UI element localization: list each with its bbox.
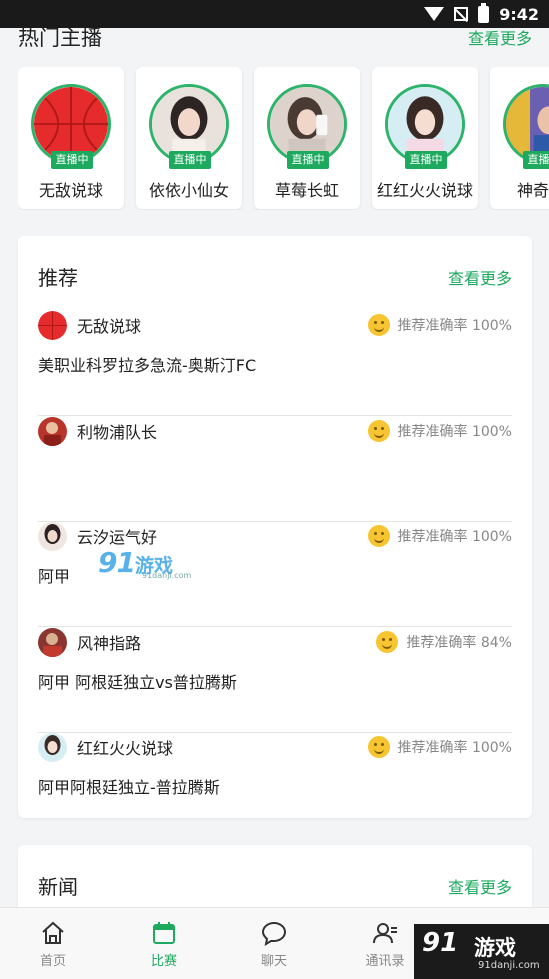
hot-anchors-carousel[interactable]: 直播中 无敌说球 直播中 依依小仙女 直播中 草莓长虹 直播中 红红火火说球 直… <box>18 67 549 210</box>
tab-label: 通讯录 <box>365 954 405 969</box>
recommend-item[interactable]: 利物浦队长 推荐准确率 100% <box>38 416 512 522</box>
wifi-icon <box>424 7 445 21</box>
anchor-card[interactable]: 直播中 红红火火说球 <box>372 67 478 209</box>
anchor-name: 依依小仙女 <box>148 181 229 200</box>
tab-label: 首页 <box>39 954 66 969</box>
smile-icon <box>367 736 390 758</box>
recommender-name: 无敌说球 <box>77 317 142 336</box>
match-description: 阿甲 阿根廷独立vs普拉腾斯 <box>38 673 237 692</box>
anchor-name: 红红火火说球 <box>376 181 473 200</box>
accuracy-text: 推荐准确率 100% <box>397 740 512 756</box>
person-avatar <box>38 627 67 657</box>
basketball-avatar <box>38 310 67 340</box>
watermark-logo-number: 91 <box>98 546 136 579</box>
person-avatar <box>38 416 67 446</box>
person-avatar <box>38 732 67 762</box>
tab-matches[interactable]: 比赛 <box>128 920 200 969</box>
tab-chat[interactable]: 聊天 <box>238 920 310 969</box>
section-title-recommend: 推荐 <box>38 266 78 290</box>
status-time: 9:42 <box>499 4 539 24</box>
no-signal-icon <box>454 7 469 21</box>
live-badge: 直播中 <box>51 151 93 169</box>
avatar[interactable] <box>38 521 67 551</box>
match-description: 阿甲阿根廷独立-普拉腾斯 <box>38 778 220 797</box>
person-avatar <box>388 87 462 161</box>
basketball-avatar <box>34 87 108 161</box>
home-icon <box>42 921 64 944</box>
tab-label: 比赛 <box>150 954 177 969</box>
hot-anchors-header: 热门主播 查看更多 <box>18 22 532 52</box>
battery-icon <box>478 2 490 23</box>
anchor-name: 无敌说球 <box>38 181 103 200</box>
watermark-url: 91danji.com <box>478 960 540 971</box>
watermark-url: 91danji.com <box>142 571 192 580</box>
accuracy-text: 推荐准确率 100% <box>397 318 512 334</box>
tab-label: 聊天 <box>260 954 287 969</box>
live-badge: 直播中 <box>287 151 329 169</box>
person-avatar <box>506 87 549 161</box>
smile-icon <box>376 631 399 653</box>
person-avatar <box>38 521 67 551</box>
match-description: 美职业科罗拉多急流-奥斯汀FC <box>38 356 257 375</box>
tab-contacts[interactable]: 通讯录 <box>349 920 421 969</box>
smile-icon <box>367 314 390 336</box>
recommender-name: 红红火火说球 <box>77 739 174 758</box>
watermark-logo-number: 91 <box>422 928 459 958</box>
accuracy-text: 推荐准确率 100% <box>397 424 512 440</box>
accuracy-text: 推荐准确率 100% <box>397 529 512 545</box>
smile-icon <box>367 420 390 442</box>
avatar[interactable] <box>38 627 67 657</box>
recommend-item[interactable]: 风神指路 推荐准确率 84% 阿甲 阿根廷独立vs普拉腾斯 <box>38 627 512 733</box>
smile-icon <box>367 525 390 547</box>
live-badge: 直播中 <box>405 151 447 169</box>
recommend-item[interactable]: 红红火火说球 推荐准确率 100% 阿甲阿根廷独立-普拉腾斯 <box>38 732 512 818</box>
anchor-card[interactable]: 直播中 无敌说球 <box>18 67 124 209</box>
match-description: 阿甲 <box>38 567 71 586</box>
anchor-card[interactable]: 直播中 草莓长虹 <box>254 67 360 209</box>
anchor-card[interactable]: 直播中 依依小仙女 <box>136 67 242 209</box>
watermark-logo-text: 游戏 <box>474 936 516 960</box>
recommender-name: 风神指路 <box>77 634 142 653</box>
news-header: 新闻 查看更多 <box>38 871 512 900</box>
tab-home[interactable]: 首页 <box>17 920 89 969</box>
section-title-news: 新闻 <box>38 875 78 899</box>
avatar[interactable] <box>38 732 67 762</box>
recommend-more-link[interactable]: 查看更多 <box>448 265 512 289</box>
chat-bubble-icon <box>261 921 287 946</box>
recommender-name: 云汐运气好 <box>77 528 158 547</box>
avatar[interactable] <box>38 416 67 446</box>
avatar[interactable] <box>38 310 67 340</box>
anchor-name: 草莓长虹 <box>274 181 339 200</box>
recommend-card: 推荐 查看更多 无敌说球 推荐准确率 100% 美职业科罗拉多急流-奥斯汀FC <box>18 236 532 818</box>
watermark-logo: 91游戏 91danji.com <box>98 546 194 580</box>
anchor-card[interactable]: 直播中 神奇Sa <box>490 67 549 209</box>
person-avatar <box>270 87 344 161</box>
section-title-hot-anchors: 热门主播 <box>18 26 102 50</box>
person-avatar <box>152 87 226 161</box>
calendar-icon <box>153 922 175 944</box>
live-badge: 直播中 <box>169 151 211 169</box>
accuracy-text: 推荐准确率 84% <box>406 635 512 651</box>
recommender-name: 利物浦队长 <box>77 423 158 442</box>
anchor-name: 神奇Sa <box>517 181 549 200</box>
live-badge: 直播中 <box>523 151 549 169</box>
news-more-link[interactable]: 查看更多 <box>448 874 512 898</box>
contacts-icon <box>373 923 397 944</box>
hot-anchors-more-link[interactable]: 查看更多 <box>468 25 532 49</box>
recommend-item[interactable]: 无敌说球 推荐准确率 100% 美职业科罗拉多急流-奥斯汀FC <box>38 310 512 416</box>
watermark-corner-logo: 91 游戏 91danji.com <box>414 924 549 979</box>
recommend-header: 推荐 查看更多 <box>38 262 512 291</box>
